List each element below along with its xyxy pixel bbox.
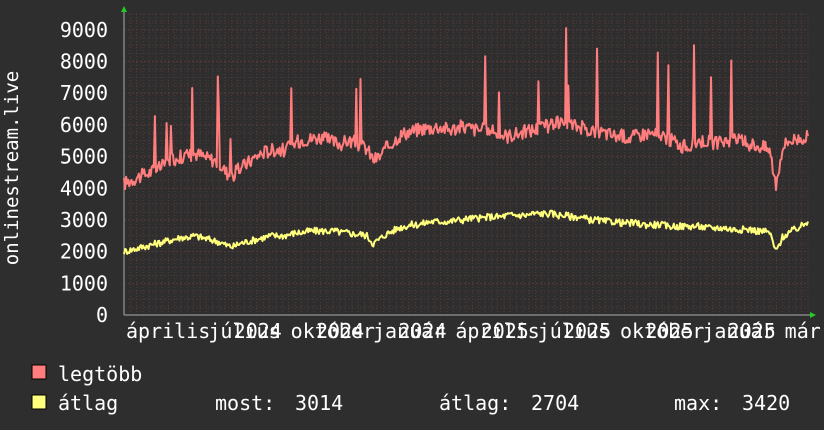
y-tick-label: 2000	[60, 240, 108, 264]
x-tick-label: 2025	[563, 319, 611, 343]
stat-max-label: max:	[674, 391, 722, 415]
y-tick-label: 8000	[60, 50, 108, 74]
stat-most-value: 3014	[295, 391, 343, 415]
x-tick-label: április	[126, 319, 210, 343]
y-tick-label: 4000	[60, 176, 108, 200]
x-axis-arrow	[810, 312, 816, 318]
legend: legtöbb átlag most: 3014 átlag: 2704 max…	[31, 362, 790, 415]
x-tick-labels: áprilisjúlius2024 október2024 január2024 áp…	[126, 319, 821, 343]
legend-label-atlag: átlag	[58, 391, 118, 415]
y-tick-labels: 0 1000 2000 3000 4000 5000 6000 7000 8000 9000	[60, 18, 108, 327]
y-tick-label: 5000	[60, 145, 108, 169]
series-line-legtobb	[123, 27, 809, 191]
y-tick-label: 7000	[60, 81, 108, 105]
x-tick-label: 2024	[316, 319, 364, 343]
y-axis-arrow	[121, 6, 127, 12]
grid-layer	[123, 13, 809, 316]
x-tick-label: 2025	[645, 319, 693, 343]
x-tick-label: 2025	[481, 319, 529, 343]
y-tick-label: 0	[96, 303, 108, 327]
legend-label-legtobb: legtöbb	[58, 362, 142, 386]
y-tick-label: 6000	[60, 113, 108, 137]
series-line-atlag	[123, 209, 809, 255]
x-tick-label: 2025	[728, 319, 776, 343]
chart-svg: 0 1000 2000 3000 4000 5000 6000 7000 8000 9000 áp…	[1, 6, 821, 415]
stat-atlag-label: átlag:	[439, 391, 511, 415]
x-tick-label: 2024	[398, 319, 446, 343]
legend-swatch-atlag	[31, 394, 47, 410]
y-tick-label: 1000	[60, 271, 108, 295]
x-tick-label: 2024	[234, 319, 282, 343]
y-tick-label: 3000	[60, 208, 108, 232]
stat-most-label: most:	[215, 391, 275, 415]
chart-root: 0 1000 2000 3000 4000 5000 6000 7000 8000 9000 áp…	[0, 0, 824, 430]
legend-swatch-legtobb	[31, 364, 47, 380]
x-tick-label: már	[785, 319, 821, 343]
y-axis-label: onlinestream.live	[1, 71, 23, 265]
y-tick-label: 9000	[60, 18, 108, 42]
stat-atlag-value: 2704	[531, 391, 579, 415]
stat-max-value: 3420	[742, 391, 790, 415]
